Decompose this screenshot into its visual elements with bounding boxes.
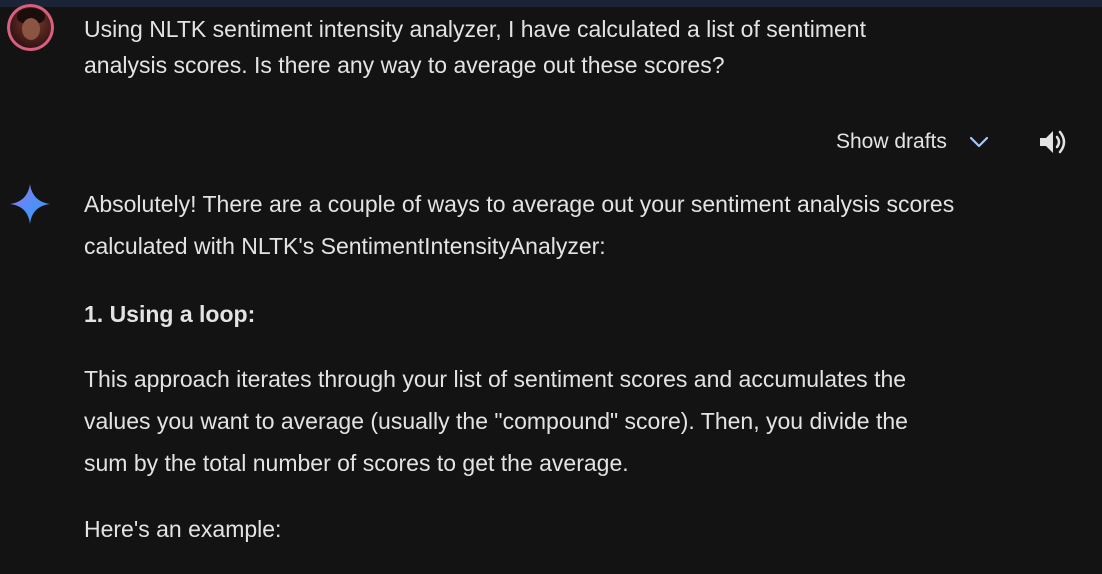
- response-example-label: Here's an example:: [84, 516, 282, 542]
- response-intro: Absolutely! There are a couple of ways t…: [84, 183, 1044, 267]
- avatar-rim: [7, 4, 54, 51]
- response-body-line: This approach iterates through your list…: [84, 366, 907, 392]
- speaker-icon[interactable]: [1037, 126, 1069, 158]
- show-drafts-label: Show drafts: [836, 130, 947, 153]
- response-body: This approach iterates through your list…: [84, 358, 1044, 484]
- response-heading: 1. Using a loop:: [84, 301, 256, 327]
- chevron-down-icon: [969, 136, 988, 148]
- response-body-line: sum by the total number of scores to get…: [84, 450, 629, 476]
- top-bar: [0, 0, 1102, 7]
- drafts-bar: Show drafts: [836, 124, 991, 160]
- gemini-sparkle-icon: [10, 184, 50, 224]
- response-body-line: values you want to average (usually the …: [84, 408, 908, 434]
- response-intro-line: calculated with NLTK's SentimentIntensit…: [84, 233, 606, 259]
- user-prompt-line: analysis scores. Is there any way to ave…: [84, 52, 725, 78]
- response-intro-line: Absolutely! There are a couple of ways t…: [84, 191, 955, 217]
- show-drafts-button[interactable]: Show drafts: [836, 130, 991, 154]
- user-prompt-message: Using NLTK sentiment intensity analyzer,…: [84, 11, 944, 83]
- user-prompt-line: Using NLTK sentiment intensity analyzer,…: [84, 16, 866, 42]
- user-avatar[interactable]: [7, 4, 54, 51]
